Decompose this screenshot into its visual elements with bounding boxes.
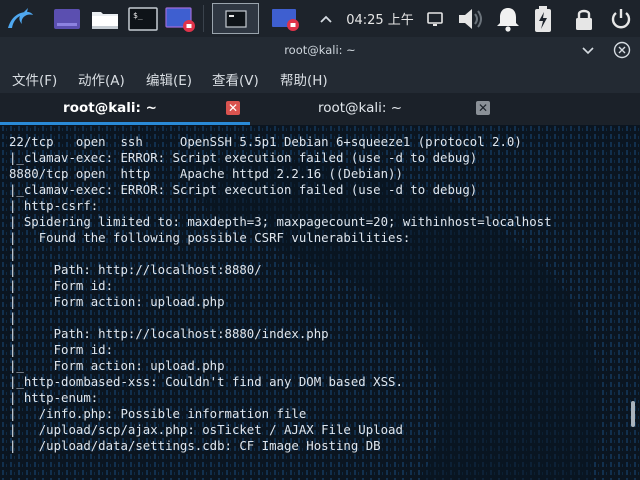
chevron-up-icon xyxy=(320,15,332,23)
file-manager-launcher[interactable] xyxy=(88,3,122,34)
window-titlebar[interactable]: root@kali: ~ xyxy=(0,37,640,63)
terminal-line: | xyxy=(9,247,17,261)
power-icon xyxy=(611,8,631,28)
taskbar-terminal-window[interactable] xyxy=(212,3,259,34)
top-panel: $_ 04:25 上午 xyxy=(0,0,640,37)
workspace-launcher[interactable] xyxy=(50,3,84,34)
terminal-output: 22/tcp open ssh OpenSSH 5.5p1 Debian 6+s… xyxy=(9,134,629,454)
terminal-line: |_http-dombased-xss: Couldn't find any D… xyxy=(9,375,403,389)
close-icon: ✕ xyxy=(227,101,239,115)
close-icon: ✕ xyxy=(477,101,489,115)
terminal-line: | Spidering limited to: maxdepth=3; maxp… xyxy=(9,215,552,229)
terminal-line: 22/tcp open ssh OpenSSH 5.5p1 Debian 6+s… xyxy=(9,135,522,149)
terminal-line: | Form id: xyxy=(9,343,114,357)
terminal-line: | xyxy=(9,311,17,325)
terminal-icon: $_ xyxy=(128,6,158,31)
terminal-line: |_ Form action: upload.php xyxy=(9,359,225,373)
kali-menu-button[interactable] xyxy=(0,3,40,34)
kali-dragon-icon xyxy=(8,7,33,28)
tab-bar: root@kali: ~ ✕ root@kali: ~ ✕ xyxy=(0,93,640,125)
taskbar-recorder-window[interactable] xyxy=(266,3,306,34)
power-status-tray-button[interactable] xyxy=(530,3,556,34)
terminal-line: | Path: http://localhost:8880/ xyxy=(9,263,262,277)
notification-bell-icon xyxy=(497,7,519,32)
terminal-line: | Path: http://localhost:8880/index.php xyxy=(9,327,329,341)
terminal-area[interactable]: 22/tcp open ssh OpenSSH 5.5p1 Debian 6+s… xyxy=(0,125,640,480)
terminal-line: | Found the following possible CSRF vuln… xyxy=(9,231,411,245)
terminal-line: 8880/tcp open http Apache httpd 2.2.16 (… xyxy=(9,167,403,181)
desktop-screen: $_ 04:25 上午 root@kali: ~ 文件(F) 动作(A) 编辑(… xyxy=(0,0,640,480)
panel-separator xyxy=(203,5,204,32)
terminal-task-icon xyxy=(224,9,247,28)
menu-file[interactable]: 文件(F) xyxy=(12,69,57,89)
lock-screen-button[interactable] xyxy=(568,3,600,34)
window-title: root@kali: ~ xyxy=(284,43,356,57)
screen-recorder-launcher[interactable] xyxy=(164,3,198,34)
terminal-line: | /upload/data/settings.cdb: CF Image Ho… xyxy=(9,439,381,453)
notifications-tray-button[interactable] xyxy=(492,3,524,34)
terminal-line: |_clamav-exec: ERROR: Script execution f… xyxy=(9,151,478,165)
menu-view[interactable]: 查看(V) xyxy=(212,69,259,89)
menu-edit[interactable]: 编辑(E) xyxy=(146,69,192,89)
power-menu-button[interactable] xyxy=(606,3,636,34)
terminal-line: | http-csrf: xyxy=(9,199,99,213)
close-icon xyxy=(613,41,631,59)
terminal-line: |_clamav-exec: ERROR: Script execution f… xyxy=(9,183,478,197)
tab-terminal-1[interactable]: root@kali: ~ ✕ xyxy=(0,93,250,125)
tab-close-button[interactable]: ✕ xyxy=(226,101,240,115)
terminal-line: | Form id: xyxy=(9,279,114,293)
display-icon xyxy=(427,11,443,26)
volume-tray-button[interactable] xyxy=(456,3,488,34)
terminal-line: | /info.php: Possible information file xyxy=(9,407,307,421)
tab-terminal-2[interactable]: root@kali: ~ ✕ xyxy=(250,93,500,125)
volume-icon xyxy=(459,8,482,29)
minimize-button[interactable] xyxy=(578,40,598,60)
menu-help[interactable]: 帮助(H) xyxy=(280,69,328,89)
tray-expand-button[interactable] xyxy=(318,3,334,34)
screen-recorder-icon xyxy=(165,6,195,32)
minimize-icon xyxy=(582,47,594,55)
terminal-line: | http-enum: xyxy=(9,391,99,405)
panel-clock[interactable]: 04:25 上午 xyxy=(340,3,420,34)
tab-label: root@kali: ~ xyxy=(63,100,157,116)
tab-label: root@kali: ~ xyxy=(317,100,403,116)
terminal-line: | Form action: upload.php xyxy=(9,295,225,309)
tab-close-button[interactable]: ✕ xyxy=(476,101,490,115)
terminal-launcher[interactable]: $_ xyxy=(126,3,160,34)
workspace-icon xyxy=(54,8,80,29)
menu-bar: 文件(F) 动作(A) 编辑(E) 查看(V) 帮助(H) xyxy=(0,63,640,93)
display-tray-button[interactable] xyxy=(424,3,446,34)
lock-icon xyxy=(576,9,592,30)
menu-actions[interactable]: 动作(A) xyxy=(78,69,125,89)
svg-text:$_: $_ xyxy=(133,11,143,20)
battery-charging-icon xyxy=(535,5,551,32)
screen-recorder-task-icon xyxy=(272,8,299,31)
file-manager-icon xyxy=(92,11,118,29)
close-window-button[interactable] xyxy=(612,40,632,60)
terminal-scrollbar[interactable] xyxy=(631,401,635,427)
terminal-line: | /upload/scp/ajax.php: osTicket / AJAX … xyxy=(9,423,403,437)
